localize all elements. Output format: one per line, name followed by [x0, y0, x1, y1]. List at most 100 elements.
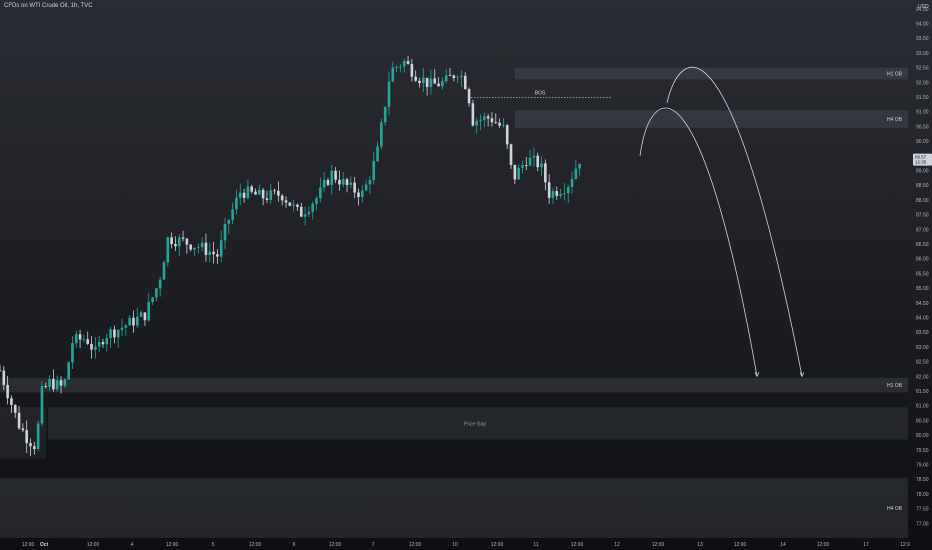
candle-body	[433, 78, 437, 84]
candle-body	[242, 192, 246, 198]
candle-body	[311, 203, 315, 212]
candle-body	[212, 251, 215, 255]
y-tick-label: 81.00	[916, 404, 929, 410]
candle-body	[170, 237, 173, 245]
y-tick-label: 82.50	[916, 360, 929, 366]
candle-body	[578, 163, 581, 169]
y-tick-label: 88.50	[916, 183, 929, 189]
x-tick-label: 11	[533, 542, 538, 548]
candle-body	[475, 120, 478, 126]
zone-label-1: H4 OB	[887, 117, 903, 123]
candle-body	[132, 317, 135, 326]
x-tick-label: 5	[212, 542, 215, 548]
candle-body	[55, 380, 59, 390]
candle-body	[128, 317, 131, 326]
x-tick-label: 12:00	[249, 542, 262, 548]
candle-body	[509, 144, 513, 165]
candle-body	[441, 81, 444, 87]
candle-body	[10, 398, 13, 405]
candle-body	[536, 155, 540, 168]
candle-body	[258, 189, 261, 195]
candle-body	[452, 75, 456, 79]
candle-body	[319, 187, 322, 199]
zone-label-4: H4 OB	[887, 506, 903, 512]
y-axis[interactable]: USD94.5094.0093.5093.0092.5092.0091.5091…	[913, 4, 932, 527]
candle-body	[395, 67, 398, 68]
y-tick-label: 77.00	[916, 521, 929, 527]
candle-body	[307, 211, 311, 215]
candle-body	[147, 302, 151, 321]
projection-arrow-1[interactable]	[639, 107, 758, 377]
zone-label-0: H1 OB	[887, 71, 903, 77]
candle-body	[456, 77, 459, 79]
candle-body	[181, 237, 185, 239]
candle-body	[288, 202, 292, 206]
zone-label-3: Price Gap	[464, 421, 486, 427]
zone-1[interactable]	[515, 110, 908, 128]
zones-layer: H1 OB H4 OB H1 OB Price Gap H4 OB	[0, 67, 908, 538]
candle-body	[261, 189, 265, 199]
candle-body	[372, 161, 376, 180]
candle-body	[296, 204, 299, 207]
candle-body	[399, 66, 402, 68]
candle-body	[63, 379, 67, 386]
candle-body	[383, 106, 387, 123]
candle-body	[197, 247, 200, 249]
candle-body	[479, 119, 482, 121]
candle-body	[174, 244, 177, 247]
x-tick-label: 12:00	[409, 542, 422, 548]
candle-body	[490, 118, 494, 123]
y-tick-label: 79.50	[916, 448, 929, 454]
zone-0[interactable]	[515, 67, 908, 80]
candle-body	[177, 237, 181, 247]
candle-body	[498, 122, 501, 126]
candle-body	[227, 219, 231, 225]
x-tick-label: 12:00	[22, 542, 35, 548]
x-tick-label: 12:00	[734, 542, 747, 548]
candle-body	[349, 182, 353, 185]
zone-label-2: H1 OB	[887, 383, 903, 389]
zone-4[interactable]	[0, 477, 908, 538]
candle-body	[97, 342, 101, 347]
candle-body	[471, 103, 475, 126]
candle-body	[460, 75, 463, 78]
y-tick-label: 93.00	[916, 51, 929, 57]
candle-body	[59, 380, 63, 386]
candle-body	[238, 192, 242, 198]
price-chart[interactable]: H1 OBH4 OBH1 OBPrice GapH4 OB BOS USD94.…	[0, 0, 932, 550]
candle-body	[246, 186, 250, 198]
candle-body	[517, 167, 520, 180]
candle-body	[357, 192, 360, 197]
candle-body	[463, 75, 467, 90]
candle-body	[292, 204, 295, 206]
y-tick-label: 84.50	[916, 301, 929, 307]
candle-body	[437, 83, 440, 87]
candle-body	[219, 240, 223, 257]
candle-body	[166, 237, 170, 263]
zone-2[interactable]	[0, 377, 908, 393]
candle-body	[6, 384, 9, 399]
candle-body	[513, 164, 517, 180]
candle-body	[204, 242, 208, 255]
candle-body	[105, 337, 109, 345]
candle-body	[200, 242, 204, 248]
candle-body	[17, 412, 21, 429]
candle-body	[116, 329, 120, 338]
candle-body	[2, 370, 6, 385]
y-tick-label: 81.50	[916, 389, 929, 395]
y-tick-label: 92.00	[916, 80, 929, 86]
x-tick-label: 10	[452, 542, 458, 548]
candle-body	[74, 334, 78, 344]
x-tick-label: 17	[863, 542, 869, 548]
candle-body	[528, 157, 532, 166]
y-tick-label: 94.50	[916, 7, 929, 13]
candle-body	[322, 180, 326, 188]
candle-body	[158, 279, 162, 289]
x-axis[interactable]: 12:00 Oct 12:00 4 12:00 5 12:00 6 12:00 7 12:00 10 1…	[22, 542, 910, 548]
candle-body	[547, 182, 551, 198]
candle-body	[185, 238, 189, 245]
candle-body	[566, 186, 570, 194]
x-tick-label: 12:00	[571, 542, 584, 548]
candle-body	[120, 327, 124, 330]
candle-body	[265, 198, 269, 200]
